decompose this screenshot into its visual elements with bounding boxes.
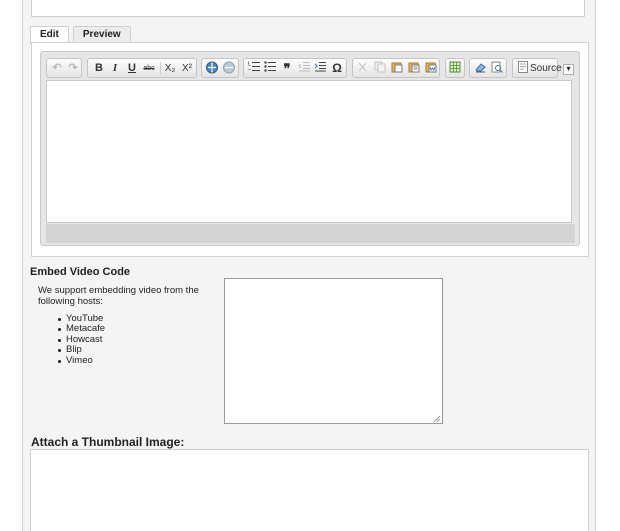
paste-icon[interactable] (389, 61, 405, 76)
numbered-list-icon[interactable] (246, 61, 262, 76)
link-icon[interactable] (204, 61, 220, 76)
editor-status-bar (46, 224, 575, 243)
style-group: B I U abc X₂ X² (87, 58, 197, 78)
strikethrough-button[interactable]: abc (141, 61, 157, 76)
video-host-list: YouTube Metacafe Howcast Blip Vimeo (57, 313, 105, 366)
special-character-icon[interactable]: Ω (329, 61, 345, 76)
embed-video-title: Embed Video Code (30, 266, 131, 278)
redo-icon[interactable]: ↷ (65, 61, 81, 76)
undo-icon[interactable]: ↶ (49, 61, 65, 76)
indent-icon[interactable] (312, 61, 328, 76)
source-icon (515, 61, 531, 76)
paste-text-icon[interactable] (406, 61, 422, 76)
superscript-button[interactable]: X² (179, 61, 195, 76)
table-icon[interactable] (447, 61, 463, 76)
editor-tabs: Edit Preview (30, 26, 135, 44)
paste-from-word-icon[interactable] (423, 61, 439, 76)
resize-grip-icon[interactable] (433, 414, 441, 423)
outdent-icon[interactable] (296, 61, 312, 76)
table-group (445, 58, 465, 78)
paragraph-group: ❞ Ω (243, 58, 347, 78)
copy-icon[interactable] (372, 61, 388, 76)
underline-button[interactable]: U (124, 61, 140, 76)
toolbar-separator (160, 62, 161, 75)
blockquote-icon[interactable]: ❞ (279, 61, 295, 76)
unlink-icon[interactable] (221, 61, 237, 76)
find-replace-icon[interactable] (489, 61, 505, 76)
source-group: Source (512, 58, 562, 78)
source-button[interactable]: Source (530, 61, 562, 76)
toolbar-collapse-icon[interactable]: ▾ (563, 64, 574, 75)
embed-video-description: We support embedding video from the foll… (38, 285, 199, 307)
format-group (469, 58, 507, 78)
bulleted-list-icon[interactable] (262, 61, 278, 76)
previous-field[interactable] (31, 0, 585, 17)
clipboard-group (352, 58, 440, 78)
tab-preview[interactable]: Preview (72, 26, 131, 43)
list-item: Vimeo (57, 355, 105, 366)
cut-icon[interactable] (355, 61, 371, 76)
bold-button[interactable]: B (91, 61, 107, 76)
link-group (201, 58, 239, 78)
italic-button[interactable]: I (107, 61, 123, 76)
embed-code-textarea[interactable] (224, 278, 443, 424)
thumbnail-title: Attach a Thumbnail Image: (31, 435, 185, 449)
history-group: ↶ ↷ (46, 58, 82, 78)
editor-toolbar: ↶ ↷ B I U abc X₂ X² ❞ Ω Source ▾ (46, 58, 576, 79)
thumbnail-upload-area[interactable] (30, 449, 589, 531)
remove-format-icon[interactable] (472, 61, 488, 76)
subscript-button[interactable]: X₂ (162, 61, 178, 76)
editor-content-area[interactable] (46, 80, 572, 223)
